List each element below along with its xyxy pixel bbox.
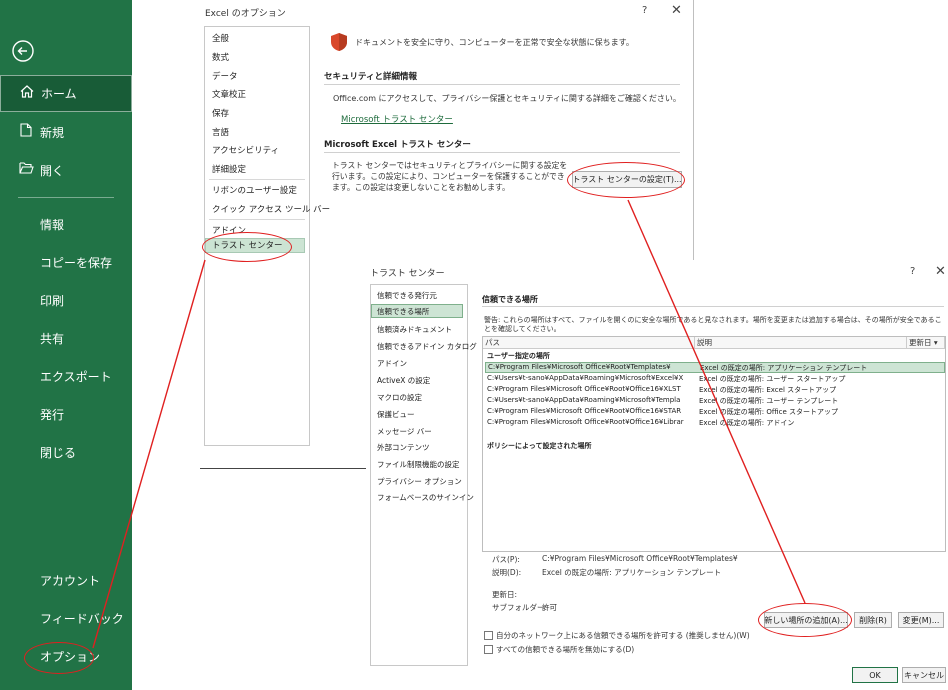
annotation-circle-trust-nav <box>202 232 292 262</box>
annotation-circle-trust-button <box>567 162 685 198</box>
annotation-line <box>92 259 206 649</box>
annotation-arrows <box>92 199 806 649</box>
annotation-circle-options <box>24 642 94 674</box>
annotation-line <box>627 199 806 604</box>
annotation-circle-add-location <box>758 603 852 637</box>
